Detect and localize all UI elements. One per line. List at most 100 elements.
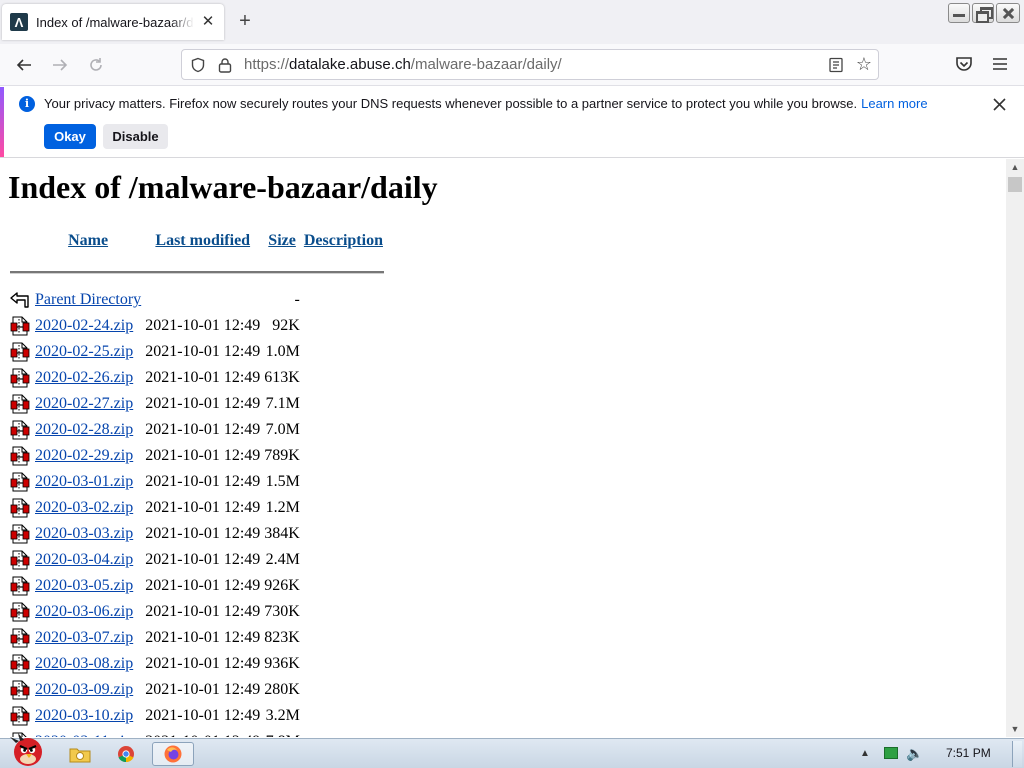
modified-cell: 2021-10-01 12:49 — [145, 473, 261, 490]
sort-by-name-link[interactable]: Name — [68, 232, 108, 249]
description-cell — [303, 677, 384, 703]
description-cell — [303, 599, 384, 625]
restore-button[interactable] — [972, 3, 994, 23]
description-cell — [303, 443, 384, 469]
file-link[interactable]: 2020-03-05.zip — [35, 577, 133, 594]
bookmark-star-icon[interactable]: ☆ — [856, 54, 872, 75]
file-link[interactable]: 2020-03-01.zip — [35, 473, 133, 490]
name-column-header: Name — [34, 225, 142, 257]
sort-by-last-modified-link[interactable]: Last modified — [155, 232, 250, 249]
forward-button[interactable] — [47, 52, 73, 78]
modified-cell: 2021-10-01 12:49 — [145, 681, 261, 698]
compressed-file-icon — [10, 654, 30, 674]
file-link[interactable]: 2020-03-08.zip — [35, 655, 133, 672]
notification-accent-bar — [0, 87, 4, 157]
taskbar-clock[interactable]: 7:51 PM — [946, 746, 991, 760]
reader-view-icon[interactable] — [828, 57, 844, 73]
new-tab-button[interactable]: + — [234, 10, 256, 32]
angry-bird-start-icon — [10, 733, 42, 766]
compressed-file-icon — [10, 394, 30, 414]
scroll-down-arrow-icon[interactable]: ▼ — [1006, 721, 1024, 737]
size-cell: 92K — [272, 317, 300, 334]
show-desktop-button[interactable] — [1012, 741, 1022, 767]
disable-button[interactable]: Disable — [103, 124, 168, 149]
tab-active[interactable]: Λ Index of /malware-bazaar/daily/ ✕ — [2, 4, 224, 40]
compressed-file-icon — [10, 550, 30, 570]
file-link[interactable]: 2020-02-24.zip — [35, 317, 133, 334]
table-row: 2020-02-24.zip 2021-10-01 12:49 92K — [10, 313, 384, 339]
table-header-row: Name Last modified Size Description — [10, 225, 384, 257]
file-link[interactable]: 2020-03-09.zip — [35, 681, 133, 698]
taskbar-chrome[interactable] — [108, 742, 144, 766]
file-link[interactable]: 2020-02-29.zip — [35, 447, 133, 464]
file-link[interactable]: 2020-03-04.zip — [35, 551, 133, 568]
reload-button[interactable] — [83, 52, 109, 78]
pocket-icon[interactable] — [954, 53, 974, 75]
modified-cell: 2021-10-01 12:49 — [145, 343, 261, 360]
file-link[interactable]: 2020-02-28.zip — [35, 421, 133, 438]
forward-arrow-icon — [53, 59, 68, 71]
modified-cell: 2021-10-01 12:49 — [145, 629, 261, 646]
parent-directory-link[interactable]: Parent Directory — [35, 291, 141, 308]
size-cell: 384K — [264, 525, 300, 542]
modified-cell: 2021-10-01 12:49 — [145, 655, 261, 672]
firefox-icon — [164, 745, 182, 763]
scroll-up-arrow-icon[interactable]: ▲ — [1006, 159, 1024, 175]
file-link[interactable]: 2020-02-26.zip — [35, 369, 133, 386]
okay-button[interactable]: Okay — [44, 124, 96, 149]
modified-cell: 2021-10-01 12:49 — [145, 317, 261, 334]
lock-icon[interactable] — [218, 57, 232, 73]
site-favicon-icon: Λ — [10, 13, 28, 31]
minimize-button[interactable] — [948, 3, 970, 23]
start-button[interactable] — [4, 733, 48, 767]
file-link[interactable]: 2020-03-02.zip — [35, 499, 133, 516]
tracking-shield-icon[interactable] — [190, 57, 206, 73]
show-hidden-icons-icon[interactable]: ▲ — [860, 748, 870, 759]
table-row: 2020-03-05.zip 2021-10-01 12:49 926K — [10, 573, 384, 599]
network-icon[interactable] — [884, 747, 898, 759]
file-link[interactable]: 2020-03-03.zip — [35, 525, 133, 542]
size-cell: 280K — [264, 681, 300, 698]
compressed-file-icon — [10, 368, 30, 388]
size-cell: 3.2M — [265, 707, 300, 724]
learn-more-link[interactable]: Learn more — [861, 96, 927, 111]
taskbar-firefox[interactable] — [152, 742, 194, 766]
scrollbar-thumb[interactable] — [1008, 177, 1022, 192]
file-link[interactable]: 2020-02-25.zip — [35, 343, 133, 360]
description-cell — [303, 521, 384, 547]
modified-cell: 2021-10-01 12:49 — [145, 525, 261, 542]
url-text[interactable]: https://datalake.abuse.ch/malware-bazaar… — [244, 56, 828, 73]
size-cell: 926K — [264, 577, 300, 594]
file-link[interactable]: 2020-03-07.zip — [35, 629, 133, 646]
file-link[interactable]: 2020-03-11.zip — [35, 733, 133, 737]
size-cell: 789K — [264, 447, 300, 464]
taskbar-explorer[interactable] — [62, 742, 98, 766]
close-notification-icon[interactable] — [991, 96, 1008, 113]
description-cell — [303, 547, 384, 573]
compressed-file-icon — [10, 706, 30, 726]
directory-listing-table: Name Last modified Size Description Pare… — [8, 225, 386, 737]
close-window-button[interactable] — [996, 3, 1020, 23]
modified-cell: 2021-10-01 12:49 — [145, 551, 261, 568]
table-row: 2020-02-27.zip 2021-10-01 12:49 7.1M — [10, 391, 384, 417]
address-bar[interactable]: https://datalake.abuse.ch/malware-bazaar… — [181, 49, 879, 80]
back-button[interactable] — [11, 52, 37, 78]
compressed-file-icon — [10, 576, 30, 596]
volume-icon[interactable]: 🔈 — [906, 745, 923, 762]
table-row: 2020-03-03.zip 2021-10-01 12:49 384K — [10, 521, 384, 547]
sort-by-description-link[interactable]: Description — [304, 232, 383, 249]
description-column-header: Description — [303, 225, 384, 257]
vertical-scrollbar[interactable]: ▲ ▼ — [1006, 159, 1024, 737]
file-link[interactable]: 2020-03-06.zip — [35, 603, 133, 620]
table-row: 2020-03-04.zip 2021-10-01 12:49 2.4M — [10, 547, 384, 573]
description-cell — [303, 365, 384, 391]
table-row: 2020-03-09.zip 2021-10-01 12:49 280K — [10, 677, 384, 703]
sort-by-size-link[interactable]: Size — [268, 232, 296, 249]
size-cell: 2.4M — [265, 551, 300, 568]
file-link[interactable]: 2020-03-10.zip — [35, 707, 133, 724]
file-link[interactable]: 2020-02-27.zip — [35, 395, 133, 412]
tab-close-icon[interactable]: ✕ — [200, 14, 216, 30]
size-cell: - — [294, 291, 300, 308]
hamburger-menu-icon[interactable] — [990, 52, 1010, 76]
description-cell — [303, 339, 384, 365]
